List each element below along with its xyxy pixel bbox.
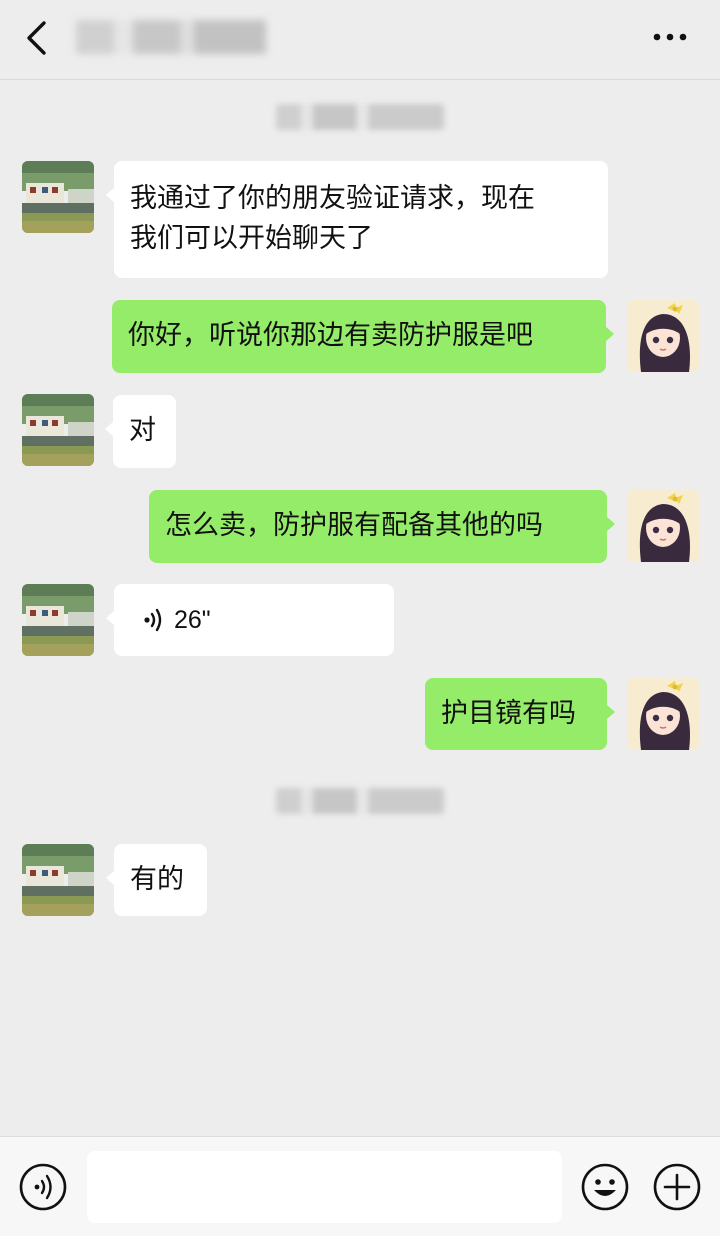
message-text: 你好，听说你那边有卖防护服是吧 bbox=[128, 320, 533, 351]
chat-title bbox=[76, 20, 266, 54]
emoji-button[interactable] bbox=[580, 1162, 630, 1212]
timestamp bbox=[276, 788, 444, 814]
emoji-icon bbox=[581, 1163, 629, 1211]
voice-message-bubble[interactable]: 26" bbox=[106, 584, 394, 656]
voice-icon bbox=[19, 1163, 67, 1211]
message-input[interactable] bbox=[87, 1151, 562, 1223]
message-text: 怎么卖，防护服有配备其他的吗 bbox=[165, 510, 543, 541]
message-text: 对 bbox=[129, 415, 156, 446]
message-text: 护目镜有吗 bbox=[441, 698, 576, 729]
back-button[interactable] bbox=[18, 18, 54, 58]
message-bubble-incoming[interactable]: 对 bbox=[105, 395, 176, 468]
chat-header bbox=[0, 0, 720, 80]
timestamp bbox=[276, 104, 444, 130]
more-button[interactable] bbox=[648, 22, 692, 52]
contact-avatar[interactable] bbox=[22, 844, 94, 916]
my-avatar[interactable] bbox=[627, 490, 699, 562]
message-bubble-outgoing[interactable]: 你好，听说你那边有卖防护服是吧 bbox=[112, 300, 614, 373]
message-bubble-outgoing[interactable]: 怎么卖，防护服有配备其他的吗 bbox=[149, 490, 615, 563]
input-bar bbox=[0, 1136, 720, 1236]
more-functions-button[interactable] bbox=[652, 1162, 702, 1212]
voice-input-button[interactable] bbox=[18, 1162, 68, 1212]
voice-duration: 26" bbox=[174, 606, 211, 634]
message-text: 有的 bbox=[130, 864, 184, 895]
message-bubble-incoming[interactable]: 我通过了你的朋友验证请求，现在 我们可以开始聊天了 bbox=[106, 161, 608, 278]
contact-avatar[interactable] bbox=[22, 584, 94, 656]
voice-wave-icon bbox=[144, 608, 162, 632]
my-avatar[interactable] bbox=[627, 678, 699, 750]
plus-icon bbox=[653, 1163, 701, 1211]
contact-avatar[interactable] bbox=[22, 161, 94, 233]
message-bubble-incoming[interactable]: 有的 bbox=[106, 844, 207, 916]
message-text-line: 我通过了你的朋友验证请求，现在 bbox=[130, 183, 535, 214]
chevron-left-icon bbox=[27, 21, 46, 55]
contact-avatar[interactable] bbox=[22, 394, 94, 466]
my-avatar[interactable] bbox=[627, 300, 699, 372]
message-bubble-outgoing[interactable]: 护目镜有吗 bbox=[425, 678, 615, 750]
more-dots-icon bbox=[653, 33, 687, 41]
message-text-line: 我们可以开始聊天了 bbox=[130, 223, 373, 254]
